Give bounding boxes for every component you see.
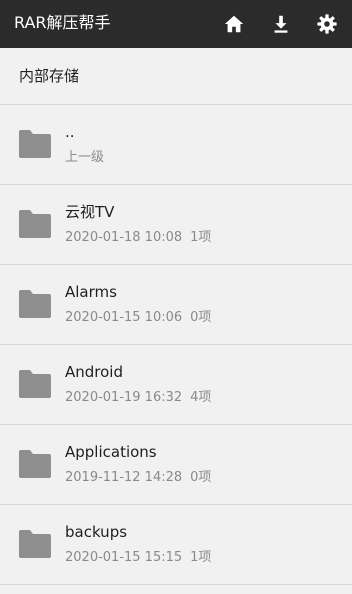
folder-icon [19,530,51,558]
folder-icon [19,290,51,318]
parent-directory-row[interactable]: .. 上一级 [0,105,352,185]
file-name: Android [65,363,123,381]
gear-icon [317,14,337,34]
file-meta: 2020-01-19 16:32 4项 [65,389,211,407]
file-date: 2020-01-15 15:15 [65,550,183,565]
app-bar: RAR解压帮手 [0,0,352,48]
file-name: Alarms [65,283,117,301]
file-meta: 2019-11-12 14:28 0项 [65,469,211,487]
file-date: 2020-01-15 10:06 [65,310,183,325]
folder-icon [19,210,51,238]
file-name: 云视TV [65,203,115,221]
folder-icon [19,370,51,398]
file-list: .. 上一级 云视TV 2020-01-18 10:08 1项 Alarms 20… [0,105,352,585]
file-meta: 上一级 [65,149,104,167]
folder-icon [19,450,51,478]
file-date: 2020-01-19 16:32 [65,390,183,405]
app-title: RAR解压帮手 [14,13,111,32]
home-icon [224,15,244,33]
path-bar: 内部存储 [0,48,352,105]
file-meta: 2020-01-15 10:06 0项 [65,309,211,327]
file-meta: 2020-01-18 10:08 1项 [65,229,211,247]
download-button[interactable] [265,8,297,40]
file-meta: 2020-01-15 15:15 1项 [65,549,211,567]
file-name: Applications [65,443,157,461]
file-date: 2019-11-12 14:28 [65,470,183,485]
file-date: 2020-01-18 10:08 [65,230,183,245]
folder-icon [19,130,51,158]
file-name: .. [65,123,75,141]
current-path: 内部存储 [19,67,80,85]
folder-row[interactable]: Applications 2019-11-12 14:28 0项 [0,425,352,505]
folder-row[interactable]: 云视TV 2020-01-18 10:08 1项 [0,185,352,265]
folder-row[interactable]: Android 2020-01-19 16:32 4项 [0,345,352,425]
file-name: backups [65,523,128,541]
download-icon [274,15,288,33]
settings-button[interactable] [311,8,343,40]
item-count: 4项 [190,390,212,405]
item-count: 1项 [190,230,212,245]
parent-label: 上一级 [65,150,105,165]
folder-row[interactable]: backups 2020-01-15 15:15 1项 [0,505,352,585]
home-button[interactable] [218,8,250,40]
folder-row[interactable]: Alarms 2020-01-15 10:06 0项 [0,265,352,345]
item-count: 0项 [190,470,212,485]
item-count: 0项 [190,310,212,325]
item-count: 1项 [190,550,212,565]
